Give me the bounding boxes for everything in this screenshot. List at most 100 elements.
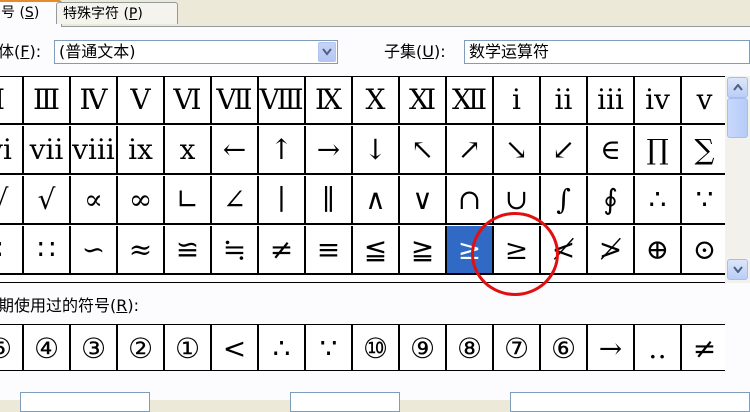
symbol-cell[interactable]: ↗: [447, 126, 494, 175]
font-label-text: 体: [0, 42, 15, 61]
symbol-cell[interactable]: ∷: [24, 226, 71, 275]
symbol-cell[interactable]: ∫: [541, 176, 588, 225]
symbol-cell[interactable]: ⅴ: [682, 77, 725, 125]
recent-symbol-cell[interactable]: ③: [71, 325, 118, 370]
symbol-cell[interactable]: Ⅺ: [400, 77, 447, 125]
symbol-cell[interactable]: ∝: [71, 176, 118, 225]
symbol-cell[interactable]: Ⅷ: [259, 77, 306, 125]
symbol-cell[interactable]: ∵: [682, 176, 725, 225]
symbol-cell[interactable]: ∟: [165, 176, 212, 225]
symbol-cell[interactable]: ↑: [259, 126, 306, 175]
symbol-cell[interactable]: ∏: [635, 126, 682, 175]
symbol-cell[interactable]: ∑: [682, 126, 725, 175]
symbol-cell[interactable]: ≈: [118, 226, 165, 275]
symbol-cell[interactable]: ∽: [71, 226, 118, 275]
symbol-cell[interactable]: ≯: [588, 226, 635, 275]
symbol-cell[interactable]: ⅶ: [24, 126, 71, 175]
symbol-cell[interactable]: ∧: [353, 176, 400, 225]
symbol-cell[interactable]: ∠: [212, 176, 259, 225]
recent-symbol-cell[interactable]: →: [588, 325, 635, 370]
recent-symbol-cell[interactable]: ⑦: [494, 325, 541, 370]
subset-label-text: 子集: [384, 42, 417, 61]
symbol-cell[interactable]: Ⅴ: [118, 77, 165, 125]
symbol-cell[interactable]: ⅲ: [588, 77, 635, 125]
symbol-cell[interactable]: ∣: [259, 176, 306, 225]
tab-special-chars[interactable]: 特殊字符 (P): [56, 2, 178, 24]
recent-symbol-cell[interactable]: ‥: [635, 325, 682, 370]
symbol-cell[interactable]: Ⅸ: [306, 77, 353, 125]
recent-symbol-cell[interactable]: ⑤: [0, 325, 24, 370]
char-code-field[interactable]: [20, 392, 150, 412]
symbol-cell[interactable]: ⅵ: [0, 126, 24, 175]
recent-symbol-cell[interactable]: ⑩: [353, 325, 400, 370]
from-field[interactable]: [510, 392, 750, 412]
font-dropdown-button[interactable]: [318, 42, 336, 62]
symbol-cell[interactable]: ≒: [212, 226, 259, 275]
symbol-cell[interactable]: Ⅲ: [24, 77, 71, 125]
symbol-cell[interactable]: ↓: [353, 126, 400, 175]
symbol-cell[interactable]: Ⅻ: [447, 77, 494, 125]
symbol-cell[interactable]: ∶: [0, 226, 24, 275]
recent-symbol-cell[interactable]: ∵: [306, 325, 353, 370]
tab-symbols-accel: S: [24, 5, 34, 21]
recent-symbol-cell[interactable]: ⑥: [541, 325, 588, 370]
symbol-cell[interactable]: ⅱ: [541, 77, 588, 125]
symbol-cell[interactable]: ∈: [588, 126, 635, 175]
symbol-cell[interactable]: ∪: [494, 176, 541, 225]
symbol-cell[interactable]: ∮: [588, 176, 635, 225]
symbol-cell[interactable]: ↘: [494, 126, 541, 175]
symbol-cell[interactable]: √: [24, 176, 71, 225]
tab-symbols[interactable]: 号 (S): [0, 0, 62, 27]
symbol-cell[interactable]: ⅰ: [494, 77, 541, 125]
tab-symbols-label: 号: [1, 5, 15, 21]
symbol-cell[interactable]: ≮: [541, 226, 588, 275]
symbol-cell[interactable]: ≧: [400, 226, 447, 275]
symbol-cell[interactable]: ∩: [447, 176, 494, 225]
symbol-cell[interactable]: ∴: [635, 176, 682, 225]
scroll-up-button[interactable]: [727, 77, 748, 98]
recent-symbol-cell[interactable]: ∴: [259, 325, 306, 370]
symbol-cell[interactable]: Ⅰ: [0, 77, 24, 125]
tab-special-chars-label: 特殊字符: [63, 6, 119, 22]
subset-select[interactable]: 数学运算符: [464, 40, 750, 64]
symbol-cell[interactable]: ∨: [400, 176, 447, 225]
symbol-cell[interactable]: Ⅵ: [165, 77, 212, 125]
scroll-down-button[interactable]: [727, 259, 748, 280]
bottom-controls: [0, 384, 750, 412]
symbol-cell[interactable]: ⊕: [635, 226, 682, 275]
shortcut-field[interactable]: [290, 392, 400, 412]
recent-symbol-cell[interactable]: ②: [118, 325, 165, 370]
scroll-thumb[interactable]: [727, 98, 748, 138]
recent-symbol-cell[interactable]: ①: [165, 325, 212, 370]
symbol-cell[interactable]: ↙: [541, 126, 588, 175]
symbol-cell-selected[interactable]: ≥: [447, 226, 494, 275]
symbol-cell[interactable]: Ⅶ: [212, 77, 259, 125]
symbol-cell[interactable]: ⊙: [682, 226, 725, 275]
recent-symbol-cell[interactable]: ④: [24, 325, 71, 370]
symbol-cell[interactable]: ⅹ: [165, 126, 212, 175]
symbol-cell[interactable]: Ⅳ: [71, 77, 118, 125]
font-select[interactable]: (普通文本): [54, 40, 338, 64]
symbol-grid-scrollbar[interactable]: [725, 76, 750, 283]
symbol-cell[interactable]: ↖: [400, 126, 447, 175]
chevron-down-icon: [732, 266, 743, 273]
symbol-cell[interactable]: √: [0, 176, 24, 225]
symbol-cell[interactable]: Ⅹ: [353, 77, 400, 125]
symbol-cell[interactable]: →: [306, 126, 353, 175]
symbol-cell[interactable]: ⅳ: [635, 77, 682, 125]
recent-symbol-cell[interactable]: ⑨: [400, 325, 447, 370]
symbol-cell[interactable]: ≌: [165, 226, 212, 275]
symbol-cell[interactable]: ∞: [118, 176, 165, 225]
symbol-cell[interactable]: ≥: [494, 226, 541, 275]
symbol-cell[interactable]: ≦: [353, 226, 400, 275]
recent-symbols-grid: ⑤④③②①<∴∵⑩⑨⑧⑦⑥→‥≠: [0, 324, 725, 371]
symbol-cell[interactable]: ≡: [306, 226, 353, 275]
symbol-cell[interactable]: ≠: [259, 226, 306, 275]
symbol-cell[interactable]: ⅸ: [118, 126, 165, 175]
symbol-cell[interactable]: ⅷ: [71, 126, 118, 175]
recent-symbol-cell[interactable]: ⑧: [447, 325, 494, 370]
symbol-cell[interactable]: ←: [212, 126, 259, 175]
symbol-cell[interactable]: ∥: [306, 176, 353, 225]
recent-symbol-cell[interactable]: <: [212, 325, 259, 370]
recent-symbol-cell[interactable]: ≠: [682, 325, 725, 370]
